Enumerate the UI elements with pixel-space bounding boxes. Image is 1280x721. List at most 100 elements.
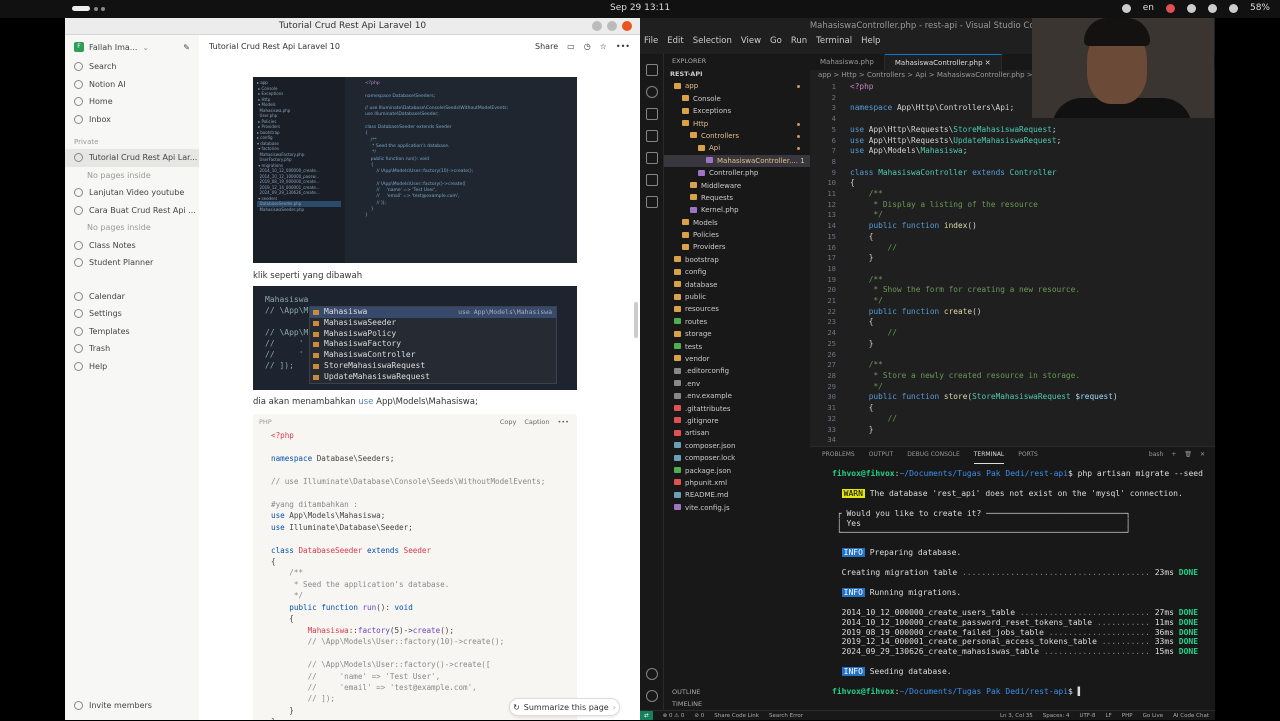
autocomplete-item[interactable]: UpdateMahasiswaRequest: [310, 372, 556, 383]
tree-item[interactable]: Kernel.php: [664, 204, 810, 216]
run-debug-icon[interactable]: [645, 130, 658, 142]
page-title[interactable]: Tutorial Crud Rest Api Laravel 10: [209, 42, 535, 51]
tree-item[interactable]: composer.lock: [664, 452, 810, 464]
tree-item[interactable]: Policies: [664, 229, 810, 241]
maximize-button[interactable]: [607, 21, 617, 31]
line-ending[interactable]: LF: [1106, 711, 1112, 720]
embedded-screenshot-autocomplete[interactable]: Mahasiswa // \App\M // \App\M // ' // ' …: [253, 286, 577, 390]
code-content[interactable]: <?php namespace Database\Seeders; // use…: [271, 430, 545, 720]
sidebar-item-settings[interactable]: Settings: [65, 305, 199, 323]
tab-debug-console[interactable]: DEBUG CONSOLE: [907, 447, 960, 463]
wifi-icon[interactable]: [1207, 3, 1217, 13]
tree-item[interactable]: composer.json: [664, 440, 810, 452]
editor-code[interactable]: <?php namespace App\Http\Controllers\Api…: [850, 82, 1118, 435]
sidebar-item-home[interactable]: Home: [65, 93, 199, 111]
tree-item[interactable]: database: [664, 279, 810, 291]
tree-item[interactable]: storage: [664, 328, 810, 340]
share-button[interactable]: Share: [535, 42, 558, 51]
system-tray[interactable]: en 58%: [1121, 3, 1270, 13]
tree-item[interactable]: config: [664, 266, 810, 278]
autocomplete-item[interactable]: MahasiswaFactory: [310, 339, 556, 350]
tree-item[interactable]: Controller.php: [664, 167, 810, 179]
tab-ports[interactable]: PORTS: [1018, 447, 1038, 463]
system-clock[interactable]: Sep 29 13:11: [610, 3, 670, 13]
tree-item[interactable]: tests: [664, 341, 810, 353]
code-language[interactable]: PHP: [259, 418, 272, 426]
tree-item[interactable]: resources: [664, 303, 810, 315]
remote-explorer-icon[interactable]: [645, 174, 658, 186]
autocomplete-item[interactable]: StoreMahasiswaRequest: [310, 361, 556, 372]
sidebar-item-trash[interactable]: Trash: [65, 340, 199, 358]
copy-button[interactable]: Copy: [500, 418, 517, 426]
tree-item[interactable]: vite.config.js: [664, 502, 810, 514]
sidebar-item-help[interactable]: Help: [65, 358, 199, 376]
workspace-dot[interactable]: [94, 7, 98, 11]
tree-item[interactable]: Models: [664, 217, 810, 229]
terminal-output[interactable]: fihvox@fihvox:~/Documents/Tugas Pak Dedi…: [832, 469, 1203, 697]
record-icon[interactable]: [1165, 3, 1175, 13]
sidebar-item-notion-ai[interactable]: Notion AI: [65, 76, 199, 94]
more-options-icon[interactable]: •••: [616, 42, 630, 51]
tab-problems[interactable]: PROBLEMS: [822, 447, 855, 463]
autocomplete-item[interactable]: MahasiswaPolicy: [310, 329, 556, 340]
tree-item[interactable]: bootstrap: [664, 254, 810, 266]
page-scrollbar[interactable]: [634, 302, 638, 338]
menu-file[interactable]: File: [644, 36, 658, 46]
mic-icon[interactable]: [1186, 3, 1196, 13]
close-button[interactable]: [622, 21, 632, 31]
tree-item-selected[interactable]: MahasiswaController.... 1: [664, 154, 810, 168]
close-panel-icon[interactable]: ✕: [1200, 447, 1205, 463]
battery-level[interactable]: 58%: [1250, 3, 1270, 13]
app-indicator-icon[interactable]: [1121, 3, 1131, 13]
tree-item[interactable]: public: [664, 291, 810, 303]
problems-count[interactable]: ⊗ 0 ⚠ 0: [663, 711, 685, 720]
tree-item[interactable]: Providers: [664, 241, 810, 253]
tree-item[interactable]: Http: [664, 118, 810, 130]
menu-selection[interactable]: Selection: [693, 36, 732, 46]
tab-output[interactable]: OUTPUT: [869, 447, 893, 463]
keyboard-language[interactable]: en: [1143, 3, 1154, 13]
menu-edit[interactable]: Edit: [667, 36, 683, 46]
sidebar-item-calendar[interactable]: Calendar: [65, 288, 199, 306]
shell-selector[interactable]: bash: [1149, 447, 1163, 463]
tab-mahasiswa-controller[interactable]: MahasiswaController.php ✕: [884, 54, 1002, 70]
project-root[interactable]: REST-API: [664, 68, 810, 80]
code-editor[interactable]: 1 2 3 4 5 6 7 8 9 10 11 12 13 14 15 16 17 18 19 20 21 22 23 24 2…: [810, 82, 1215, 456]
tree-item[interactable]: Middleware: [664, 180, 810, 192]
tree-item[interactable]: vendor: [664, 353, 810, 365]
menu-go[interactable]: Go: [770, 36, 782, 46]
sidebar-page-tutorial[interactable]: Tutorial Crud Rest Api Lar...: [65, 149, 199, 167]
summarize-page-button[interactable]: ↻ Summarize this page ›: [509, 698, 620, 716]
tree-item[interactable]: Controllers: [664, 130, 810, 142]
ports-count[interactable]: ⊘ 0: [694, 711, 704, 720]
tree-item[interactable]: phpunit.xml: [664, 477, 810, 489]
sidebar-page-lanjutan[interactable]: Lanjutan Video youtube: [65, 184, 199, 202]
explorer-icon[interactable]: [645, 64, 658, 76]
tree-item[interactable]: .gitignore: [664, 415, 810, 427]
menu-terminal[interactable]: Terminal: [816, 36, 852, 46]
volume-icon[interactable]: [1228, 3, 1238, 13]
source-control-icon[interactable]: [645, 108, 658, 120]
menu-view[interactable]: View: [741, 36, 761, 46]
tree-item[interactable]: app: [664, 80, 810, 92]
sidebar-item-inbox[interactable]: Inbox: [65, 111, 199, 129]
tree-item[interactable]: Api: [664, 142, 810, 154]
account-icon[interactable]: [645, 668, 658, 680]
autocomplete-item[interactable]: Mahasiswa use App\Models\Mahasiswa: [310, 307, 556, 318]
invite-members-button[interactable]: Invite members: [65, 697, 199, 715]
menu-help[interactable]: Help: [861, 36, 880, 46]
workspace-dot[interactable]: [101, 7, 105, 11]
code-block[interactable]: PHP Copy Caption ••• <?php namespace Dat…: [253, 414, 577, 720]
tree-item[interactable]: routes: [664, 316, 810, 328]
testing-icon[interactable]: [645, 196, 658, 208]
search-error[interactable]: Search Error: [769, 711, 803, 720]
autocomplete-item[interactable]: MahasiswaController: [310, 350, 556, 361]
tree-item[interactable]: .gitattributes: [664, 403, 810, 415]
search-icon[interactable]: [645, 86, 658, 98]
tab-terminal[interactable]: TERMINAL: [973, 447, 1005, 464]
new-page-icon[interactable]: ✎: [183, 43, 190, 52]
more-options-icon[interactable]: •••: [557, 418, 569, 426]
sidebar-page-student-planner[interactable]: Student Planner: [65, 254, 199, 272]
tree-item[interactable]: Requests: [664, 192, 810, 204]
sidebar-item-templates[interactable]: Templates: [65, 323, 199, 341]
